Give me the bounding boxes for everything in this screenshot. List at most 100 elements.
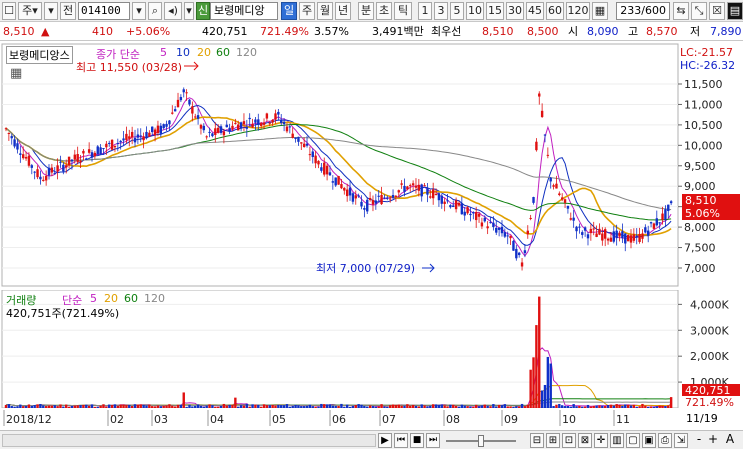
volume-bar	[27, 404, 31, 408]
volume-bar	[265, 405, 269, 408]
candle-body	[22, 154, 25, 159]
candle-body	[265, 113, 269, 119]
tab-second[interactable]: 초	[376, 2, 392, 20]
candle-body	[65, 165, 68, 168]
minute-3-button[interactable]: 3	[434, 2, 448, 20]
sound-icon[interactable]: ◂)	[164, 2, 182, 20]
grid-icon[interactable]: ▦	[592, 2, 608, 20]
volume-bar	[423, 405, 426, 408]
font-icon[interactable]: A	[722, 433, 738, 448]
step-back-icon[interactable]: ⏮	[394, 433, 408, 448]
minute-30-button[interactable]: 30	[506, 2, 524, 20]
stop-icon[interactable]: ■	[410, 433, 424, 448]
font-increase-icon[interactable]: +	[706, 433, 720, 448]
font-decrease-icon[interactable]: -	[692, 433, 706, 448]
minute-60-button[interactable]: 60	[546, 2, 564, 20]
window-icon[interactable]: ▢	[626, 433, 640, 448]
volume-bar	[549, 363, 552, 408]
candle-body	[520, 262, 524, 267]
volume-bar	[546, 356, 550, 408]
volume-bar	[245, 403, 249, 408]
play-icon[interactable]: ▶	[378, 433, 392, 448]
tab-year[interactable]: 년	[335, 2, 351, 20]
volume-bar	[297, 405, 300, 408]
volume-bar	[302, 406, 306, 408]
candle-body	[406, 186, 409, 190]
fit-icon[interactable]: ⊠	[578, 433, 592, 448]
data-count-box[interactable]: 233/600	[616, 2, 670, 20]
volume-bar	[4, 404, 8, 408]
export-icon[interactable]: ⇲	[674, 433, 688, 448]
zoom-reset-icon[interactable]: ⊡	[562, 433, 576, 448]
tab-month[interactable]: 월	[317, 2, 333, 20]
volume-bar	[7, 404, 11, 408]
candle-body	[635, 235, 638, 237]
search-icon[interactable]: ⌕	[148, 2, 162, 20]
volume-bar	[194, 405, 197, 408]
zoom-out-icon[interactable]: ⊟	[530, 433, 544, 448]
volume-bar	[629, 405, 633, 408]
volume-bar	[601, 405, 604, 408]
price-chart[interactable]: 11,50011,00010,50010,0009,5009,0008,5008…	[0, 42, 743, 288]
crosshair-icon[interactable]: ✛	[594, 433, 608, 448]
layout-icon[interactable]: ▣	[642, 433, 656, 448]
minute-1-button[interactable]: 1	[418, 2, 432, 20]
print-icon[interactable]: ⎙	[658, 433, 672, 448]
period-select[interactable]: 전	[60, 2, 76, 20]
zoom-in-icon[interactable]: ⊞	[546, 433, 560, 448]
scroll-track[interactable]	[2, 434, 376, 447]
minute-5-button[interactable]: 5	[450, 2, 464, 20]
stock-code-input[interactable]: 014100	[78, 2, 130, 20]
zoom-slider-handle[interactable]	[478, 435, 484, 447]
candle-body	[165, 123, 168, 127]
market-select[interactable]: 주▾	[18, 2, 42, 20]
candle-body	[211, 133, 214, 137]
candle-body	[239, 122, 243, 129]
minute-15-button[interactable]: 15	[486, 2, 504, 20]
candle-body	[595, 233, 598, 237]
settings-icon[interactable]: ▤	[727, 2, 743, 20]
volume-bar	[403, 405, 406, 408]
bar-chart-icon[interactable]: ▥	[610, 433, 624, 448]
expand-icon[interactable]: ⇆	[673, 2, 689, 20]
chart-scrollbar[interactable]: ▶ ⏮ ■ ⏭ ⊟ ⊞ ⊡ ⊠ ✛ ▥ ▢ ▣ ⎙ ⇲ - + A	[0, 430, 743, 449]
candle-body	[142, 136, 145, 141]
minute-120-button[interactable]: 120	[566, 2, 590, 20]
change-rate: +5.06%	[126, 25, 171, 38]
volume-bar	[466, 406, 469, 408]
candle-body	[300, 142, 303, 144]
tab-day[interactable]: 일	[281, 2, 297, 20]
small-dropdown-icon[interactable]: ▾	[184, 2, 194, 20]
volume-bar	[165, 405, 168, 408]
trade-amount: 3,491백만	[372, 25, 424, 38]
price-chart-panel[interactable]: 11,50011,00010,50010,0009,5009,0008,5008…	[0, 42, 743, 288]
step-forward-icon[interactable]: ⏭	[426, 433, 440, 448]
volume-bar	[305, 405, 309, 408]
volume-bar	[337, 406, 340, 408]
checkbox-icon[interactable]: ☒	[709, 2, 725, 20]
tab-minute[interactable]: 분	[358, 2, 374, 20]
tab-tick[interactable]: 틱	[394, 2, 412, 20]
chart-grid-icon[interactable]: ▦	[10, 66, 22, 81]
candle-body	[560, 197, 564, 200]
candle-body	[10, 136, 13, 139]
volume-bar	[70, 405, 74, 408]
candle-body	[179, 96, 183, 101]
volume-bar	[33, 405, 36, 408]
volume-bar	[452, 404, 455, 408]
tab-week[interactable]: 주	[299, 2, 315, 20]
price-plot-area	[1, 43, 679, 287]
candle-body	[386, 197, 389, 199]
volume-chart-panel[interactable]: 4,000K 3,000K 2,000K 1,000K 거래량 단순 5 20 60 …	[0, 289, 743, 409]
window-menu-icon[interactable]: ☐	[2, 2, 16, 20]
arrows-icon[interactable]: ⤡	[691, 2, 707, 20]
minute-45-button[interactable]: 45	[526, 2, 544, 20]
volume-bar	[294, 404, 297, 408]
code-dropdown-icon[interactable]: ▾	[132, 2, 146, 20]
minute-10-button[interactable]: 10	[466, 2, 484, 20]
candle-body	[196, 115, 200, 119]
candle-body	[664, 209, 667, 220]
volume-bar	[274, 405, 277, 408]
candle-body	[314, 155, 317, 164]
dropdown-arrow-icon[interactable]: ▾	[44, 2, 58, 20]
